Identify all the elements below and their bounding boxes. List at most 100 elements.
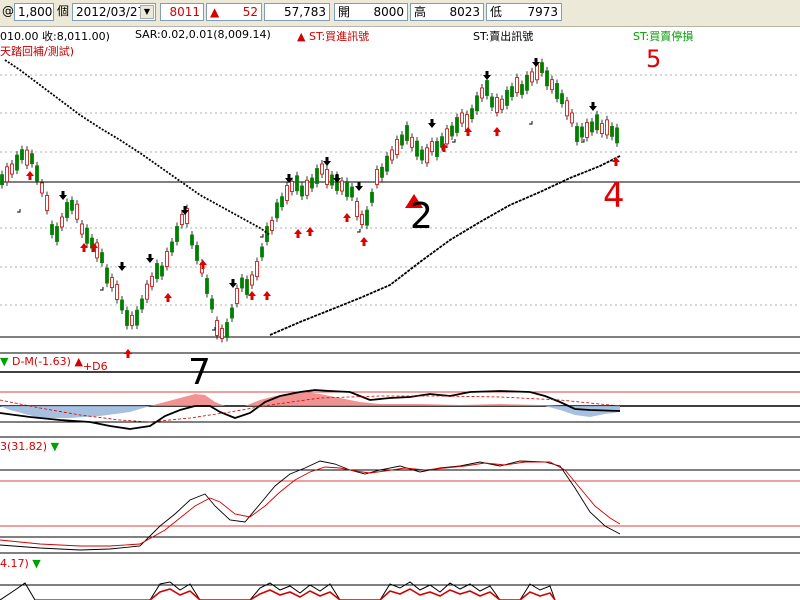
candle-body [420, 149, 424, 161]
candle-body [530, 71, 534, 83]
bottom-red-line [149, 588, 556, 600]
candle-body [535, 64, 539, 81]
candle-body [545, 70, 549, 87]
candle-body [120, 299, 124, 311]
arrow-up-icon [164, 293, 172, 302]
arrow-up-icon [343, 213, 351, 222]
candle-body [375, 169, 379, 185]
candle-body [475, 95, 479, 112]
candle-body [310, 177, 314, 189]
arrow-down-icon [118, 262, 126, 271]
candle-body [585, 122, 589, 138]
candle-body [380, 166, 384, 178]
candle-body [370, 191, 374, 203]
candle-body [315, 168, 319, 184]
candle-body [300, 185, 304, 197]
arrow-up-icon [294, 229, 302, 238]
arrow-up-icon [493, 127, 501, 136]
candle-body [65, 202, 69, 218]
candle-body [155, 263, 159, 279]
candle-body [485, 80, 489, 96]
candle-body [115, 284, 119, 300]
signal-markers [17, 58, 620, 358]
kd-label: 3(31.82) [0, 440, 48, 453]
triangle-up-icon: ▲ [74, 355, 83, 368]
candle-body [95, 242, 99, 259]
arrow-up-icon [248, 291, 256, 300]
candle-body [425, 147, 429, 164]
candle-body [495, 97, 499, 113]
dm-label: D-M(-1.63) [11, 355, 71, 368]
bottom-panel-label: 4.17) ▼ [0, 557, 41, 570]
candle-body [615, 127, 619, 144]
candle-body [135, 309, 139, 326]
arrow-up-icon [360, 237, 368, 246]
candle-body [240, 277, 244, 289]
triangle-down-icon: ▼ [32, 557, 41, 570]
candle-body [205, 278, 209, 294]
candle-body [470, 108, 474, 120]
stop-tick-icon [529, 121, 533, 125]
arrow-down-icon [59, 191, 67, 200]
candle-body [30, 153, 34, 165]
candle-body [410, 136, 414, 148]
candle-body [550, 79, 554, 91]
candle-body [365, 209, 369, 226]
arrow-up-icon [124, 349, 132, 358]
candle-body [350, 186, 354, 198]
candle-body [555, 83, 559, 99]
stop-tick-icon [100, 287, 104, 291]
candle-body [160, 265, 164, 277]
candle-body [455, 117, 459, 133]
candle-body [305, 179, 309, 196]
candle-body [15, 154, 19, 171]
candle-body [175, 226, 179, 242]
arrow-down-icon [146, 254, 154, 263]
arrow-up-icon [306, 227, 314, 236]
candle-body [460, 112, 464, 124]
candle-body [595, 114, 599, 131]
stop-tick-icon [581, 139, 585, 143]
arrow-up-icon [26, 171, 34, 180]
candle-body [435, 141, 439, 157]
candle-body [130, 314, 134, 326]
kd-d-line [0, 461, 621, 547]
candle-body [405, 125, 409, 141]
candle-body [490, 96, 494, 108]
trend-line [269, 155, 621, 336]
candle-body [170, 241, 174, 253]
chart-canvas[interactable] [0, 0, 800, 600]
candle-body [560, 93, 564, 105]
candle-body [210, 298, 214, 310]
candle-body [575, 126, 579, 142]
candle-body [25, 149, 29, 166]
candle-body [35, 165, 39, 182]
candle-body [80, 223, 84, 235]
triangle-down-icon: ▼ [50, 440, 60, 453]
candle-body [385, 155, 389, 172]
candle-body [190, 234, 194, 246]
annotation-7: 7 [188, 352, 211, 393]
candle-body [215, 320, 219, 336]
candle-body [100, 252, 104, 264]
candle-body [280, 196, 284, 208]
kd-panel-label: 3(31.82) ▼ [0, 440, 59, 453]
dm-panel-label: ▼ D-M(-1.63) ▲+D6 [0, 355, 108, 373]
candle-body [45, 195, 49, 211]
stop-tick-icon [260, 234, 264, 238]
moving-average-line [4, 59, 271, 236]
candle-body [505, 90, 509, 106]
candle-body [330, 174, 334, 186]
candle-body [230, 307, 234, 319]
candle-body [180, 214, 184, 225]
candle-body [400, 134, 404, 146]
candle-body [415, 140, 419, 157]
candle-body [145, 283, 149, 300]
candle-body [525, 74, 529, 91]
arrow-down-icon [589, 102, 597, 111]
candle-body [390, 149, 394, 161]
arrow-down-icon [229, 279, 237, 288]
candle-body [295, 175, 299, 192]
candle-body [165, 251, 169, 267]
triangle-down-icon: ▼ [0, 355, 9, 368]
